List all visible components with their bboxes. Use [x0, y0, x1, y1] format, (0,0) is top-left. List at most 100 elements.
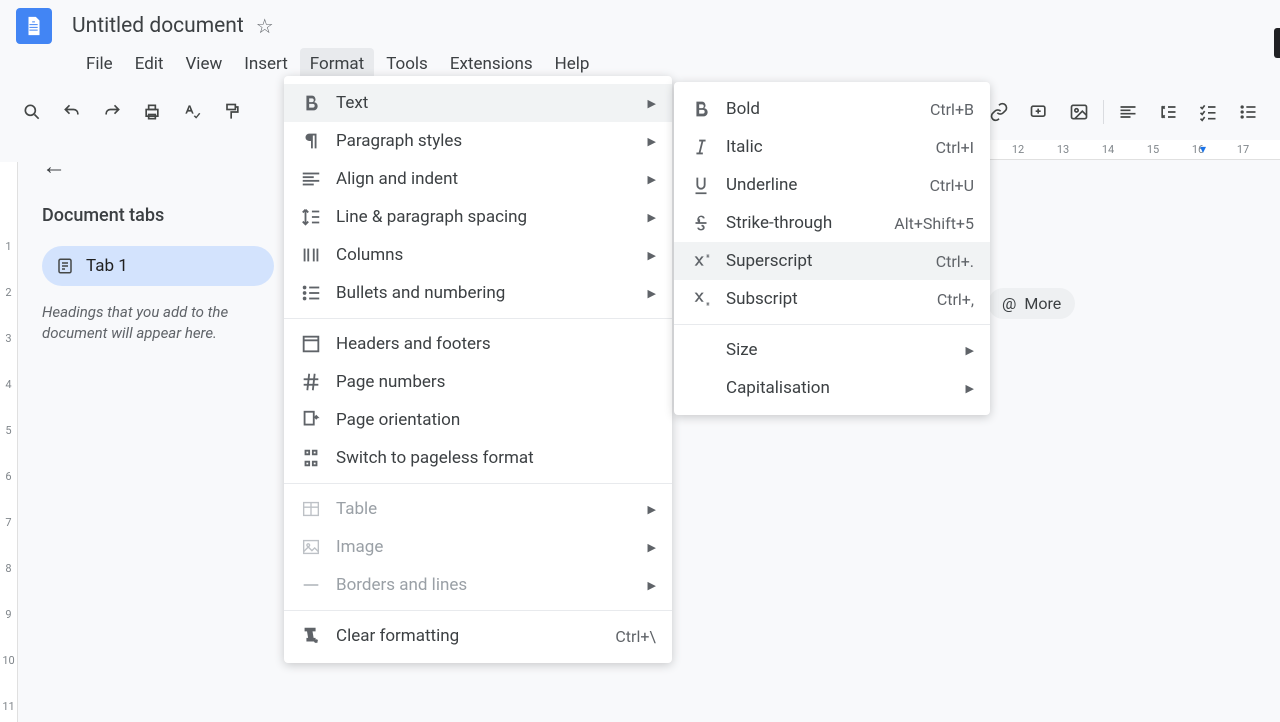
document-title[interactable]: Untitled document — [72, 14, 244, 38]
shortcut-label: Ctrl+B — [930, 100, 974, 119]
text-item-italic[interactable]: ItalicCtrl+I — [674, 128, 990, 166]
columns-icon — [300, 244, 322, 266]
menu-edit[interactable]: Edit — [125, 48, 174, 80]
spacing-icon — [300, 206, 322, 228]
text-item-superscript[interactable]: SuperscriptCtrl+. — [674, 242, 990, 280]
line-spacing-icon[interactable] — [1152, 96, 1184, 128]
format-item-text[interactable]: Text▶ — [284, 84, 672, 122]
spellcheck-icon[interactable] — [176, 96, 208, 128]
horizontal-ruler: 12 13 14 15 16 ▾ 17 — [990, 140, 1280, 160]
submenu-arrow-icon: ▶ — [648, 135, 656, 148]
star-icon[interactable]: ☆ — [256, 14, 274, 38]
format-item-page-orientation[interactable]: Page orientation — [284, 401, 672, 439]
paint-format-icon[interactable] — [216, 96, 248, 128]
text-item-strike-through[interactable]: Strike-throughAlt+Shift+5 — [674, 204, 990, 242]
strike-icon — [690, 212, 712, 234]
format-item-align-and-indent[interactable]: Align and indent▶ — [284, 160, 672, 198]
submenu-arrow-icon: ▶ — [966, 382, 974, 395]
shortcut-label: Ctrl+. — [936, 252, 974, 271]
format-item-columns[interactable]: Columns▶ — [284, 236, 672, 274]
menu-item-label: Page numbers — [336, 372, 656, 392]
shortcut-label: Ctrl+I — [936, 138, 974, 157]
image-icon[interactable] — [1063, 96, 1095, 128]
menu-view[interactable]: View — [175, 48, 232, 80]
bullet-list-icon[interactable] — [1232, 96, 1264, 128]
ruler-marker-icon[interactable]: ▾ — [1200, 142, 1206, 156]
format-item-line-paragraph-spacing[interactable]: Line & paragraph spacing▶ — [284, 198, 672, 236]
shortcut-label: Ctrl+U — [930, 176, 974, 195]
paragraph-icon — [300, 130, 322, 152]
blank-icon — [690, 377, 712, 399]
bullets-icon — [300, 282, 322, 304]
document-outline-sidebar: ← Document tabs Tab 1 Headings that you … — [18, 136, 298, 716]
format-item-page-numbers[interactable]: Page numbers — [284, 363, 672, 401]
checklist-icon[interactable] — [1192, 96, 1224, 128]
format-item-borders-and-lines: Borders and lines▶ — [284, 566, 672, 604]
submenu-arrow-icon: ▶ — [648, 579, 656, 592]
bold-icon — [690, 98, 712, 120]
menu-item-label: Capitalisation — [726, 378, 966, 398]
menu-item-label: Table — [336, 499, 648, 519]
menu-item-label: Clear formatting — [336, 626, 599, 646]
menu-item-label: Headers and footers — [336, 334, 656, 354]
align-icon[interactable] — [1112, 96, 1144, 128]
menu-item-label: Text — [336, 93, 648, 113]
more-chip[interactable]: @ More — [988, 288, 1075, 319]
text-item-underline[interactable]: UnderlineCtrl+U — [674, 166, 990, 204]
pageless-icon — [300, 447, 322, 469]
table-icon — [300, 498, 322, 520]
submenu-arrow-icon: ▶ — [648, 173, 656, 186]
submenu-arrow-icon: ▶ — [648, 97, 656, 110]
menu-item-label: Subscript — [726, 289, 921, 309]
tab-label: Tab 1 — [86, 256, 128, 276]
text-item-capitalisation[interactable]: Capitalisation▶ — [674, 369, 990, 407]
undo-icon[interactable] — [56, 96, 88, 128]
italic-icon — [690, 136, 712, 158]
menu-item-label: Align and indent — [336, 169, 648, 189]
menu-file[interactable]: File — [76, 48, 123, 80]
shortcut-label: Ctrl+, — [937, 290, 974, 309]
search-icon[interactable] — [16, 96, 48, 128]
format-dropdown: Text▶Paragraph styles▶Align and indent▶L… — [284, 76, 672, 663]
format-item-paragraph-styles[interactable]: Paragraph styles▶ — [284, 122, 672, 160]
vertical-ruler: 1 2 3 4 5 6 7 8 9 10 11 — [0, 162, 18, 722]
text-submenu: Bold Ctrl+B ItalicCtrl+IUnderlineCtrl+UStr… — [674, 82, 990, 415]
menu-item-label: Image — [336, 537, 648, 557]
sidebar-title: Document tabs — [42, 205, 274, 226]
comment-icon[interactable] — [1023, 96, 1055, 128]
clear-icon — [300, 625, 322, 647]
menu-item-label: Size — [726, 340, 966, 360]
format-item-image: Image▶ — [284, 528, 672, 566]
document-tab[interactable]: Tab 1 — [42, 246, 274, 286]
submenu-arrow-icon: ▶ — [648, 249, 656, 262]
submenu-arrow-icon: ▶ — [648, 503, 656, 516]
text-item-subscript[interactable]: Subscript Ctrl+, — [674, 280, 990, 318]
tab-icon — [56, 257, 74, 275]
menu-item-label: Columns — [336, 245, 648, 265]
menu-item-label: Borders and lines — [336, 575, 648, 595]
menu-item-label: Paragraph styles — [336, 131, 648, 151]
redo-icon[interactable] — [96, 96, 128, 128]
outline-hint: Headings that you add to the document wi… — [42, 302, 274, 344]
format-item-headers-and-footers[interactable]: Headers and footers — [284, 325, 672, 363]
format-item-bullets-and-numbering[interactable]: Bullets and numbering▶ — [284, 274, 672, 312]
menu-item-label: Page orientation — [336, 410, 656, 430]
back-arrow-icon[interactable]: ← — [42, 152, 274, 181]
menu-item-label: Switch to pageless format — [336, 448, 656, 468]
side-panel-indicator[interactable] — [1274, 28, 1280, 58]
menu-item-label: Bullets and numbering — [336, 283, 648, 303]
menu-item-label: Bold — [726, 99, 914, 119]
format-item-clear-formatting[interactable]: Clear formattingCtrl+\ — [284, 617, 672, 655]
print-icon[interactable] — [136, 96, 168, 128]
text-item-size[interactable]: Size▶ — [674, 331, 990, 369]
super-icon — [690, 250, 712, 272]
docs-logo-icon[interactable] — [16, 8, 52, 44]
submenu-arrow-icon: ▶ — [648, 541, 656, 554]
submenu-arrow-icon: ▶ — [966, 344, 974, 357]
underline-icon — [690, 174, 712, 196]
sub-icon — [690, 288, 712, 310]
align-icon — [300, 168, 322, 190]
text-item-bold[interactable]: Bold Ctrl+B — [674, 90, 990, 128]
format-item-switch-to-pageless-format[interactable]: Switch to pageless format — [284, 439, 672, 477]
line-icon — [300, 574, 322, 596]
